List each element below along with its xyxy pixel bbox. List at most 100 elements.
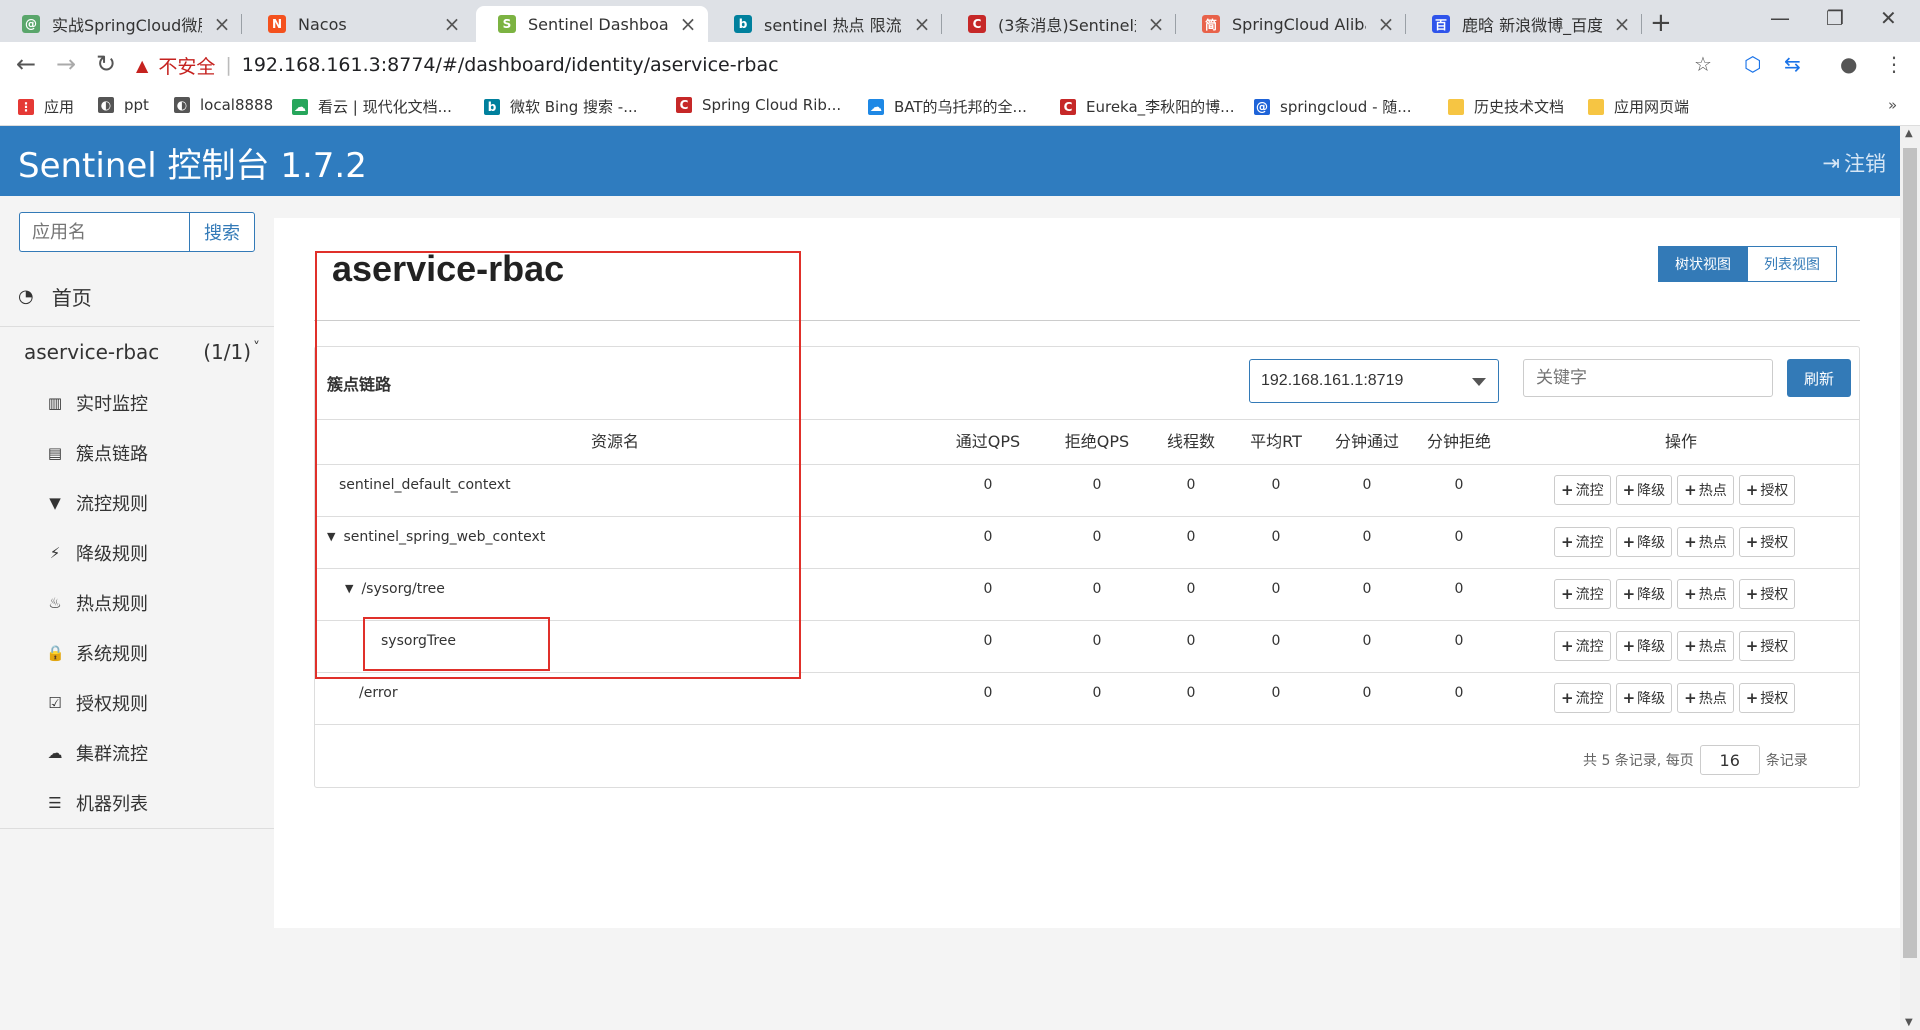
tab-close-icon[interactable]: × <box>1376 12 1396 36</box>
authority-rule-button[interactable]: + 授权 <box>1738 579 1796 609</box>
column-header: 通过QPS <box>955 432 1021 451</box>
plus-icon: + <box>1561 637 1574 655</box>
bookmark-item[interactable]: C Spring Cloud Rib... <box>676 96 841 114</box>
tab-close-icon[interactable]: × <box>212 12 232 36</box>
keyword-input[interactable] <box>1523 359 1773 397</box>
sidebar-menu-item[interactable]: ▤ 簇点链路 <box>46 440 148 466</box>
flow-rule-button[interactable]: + 流控 <box>1554 527 1611 557</box>
app-search-button[interactable]: 搜索 <box>189 212 255 252</box>
authority-rule-button[interactable]: + 授权 <box>1738 527 1796 557</box>
flow-rule-button[interactable]: + 流控 <box>1554 579 1611 609</box>
sidebar-menu-item[interactable]: ▥ 实时监控 <box>46 390 148 416</box>
scrollbar-thumb[interactable] <box>1903 148 1917 958</box>
logout-link[interactable]: ⇥ 注销 <box>1822 148 1886 178</box>
tab-close-icon[interactable]: × <box>912 12 932 36</box>
sidebar-menu-item[interactable]: ▼ 流控规则 <box>46 490 148 516</box>
expand-toggle-icon[interactable]: ▼ <box>345 569 353 609</box>
app-search-input[interactable] <box>19 212 189 252</box>
browser-tab[interactable]: S Sentinel Dashboard × <box>476 6 708 42</box>
tree-view-button[interactable]: 树状视图 <box>1658 246 1748 282</box>
address-bar[interactable]: ▲ 不安全 | 192.168.161.3:8774/#/dashboard/i… <box>136 48 1776 82</box>
sidebar-app-entry[interactable]: aservice-rbac (1/1) ˅ <box>24 340 260 364</box>
authority-rule-button[interactable]: + 授权 <box>1738 683 1796 713</box>
tab-close-icon[interactable]: × <box>1612 12 1632 36</box>
list-view-button[interactable]: 列表视图 <box>1748 246 1837 282</box>
hotspot-rule-button[interactable]: + 热点 <box>1677 475 1734 505</box>
scroll-up-icon[interactable]: ▲ <box>1905 128 1913 139</box>
app-name: aservice-rbac <box>24 340 160 364</box>
sidebar-menu-item[interactable]: ♨ 热点规则 <box>46 590 148 616</box>
column-header: 操作 <box>1664 432 1697 451</box>
hotspot-rule-button[interactable]: + 热点 <box>1677 579 1734 609</box>
sidebar-menu-item[interactable]: ☑ 授权规则 <box>46 690 148 716</box>
sidebar-menu-item[interactable]: ⚡ 降级规则 <box>46 540 148 566</box>
bookmark-item[interactable]: @ springcloud - 随... <box>1254 96 1412 117</box>
flow-rule-button[interactable]: + 流控 <box>1554 631 1611 661</box>
bookmark-item[interactable]: ◐ local8888 <box>174 96 273 114</box>
minimize-icon[interactable]: — <box>1770 6 1790 30</box>
table-row: sentinel_default_context 0 0 0 0 0 0 + 流控 + 降级 + 热点 +… <box>315 465 1859 517</box>
browser-tab[interactable]: b sentinel 热点 限流 - 冟 × <box>712 6 942 42</box>
authority-rule-button[interactable]: + 授权 <box>1738 475 1796 505</box>
flow-rule-button[interactable]: + 流控 <box>1554 475 1611 505</box>
bookmark-item[interactable]: 应用网页端 <box>1588 96 1689 117</box>
hotspot-rule-button[interactable]: + 热点 <box>1677 527 1734 557</box>
lock-icon: 🔒 <box>46 644 65 662</box>
page-size-input[interactable]: 16 <box>1699 745 1760 775</box>
app-brand[interactable]: Sentinel 控制台 1.7.2 <box>18 138 367 187</box>
bookmark-item[interactable]: ◐ ppt <box>98 96 149 114</box>
browser-tab[interactable]: N Nacos × <box>246 6 472 42</box>
bookmark-item[interactable]: ☁ BAT的乌托邦的全... <box>868 96 1027 117</box>
url-text[interactable]: 192.168.161.3:8774/#/dashboard/identity/… <box>242 54 779 76</box>
degrade-rule-button[interactable]: + 降级 <box>1615 683 1673 713</box>
bookmark-item[interactable]: ☁ 看云 | 现代化文档... <box>292 96 452 117</box>
sidebar-menu-item[interactable]: ☰ 机器列表 <box>46 790 148 816</box>
tab-label: 实战SpringCloud微服 <box>52 16 202 35</box>
sidebar-menu-item[interactable]: 🔒 系统规则 <box>46 640 148 666</box>
profile-avatar-icon[interactable]: ● <box>1840 52 1857 76</box>
hotspot-rule-button[interactable]: + 热点 <box>1677 631 1734 661</box>
machine-select[interactable]: 192.168.161.1:8719 <box>1249 359 1499 403</box>
plus-icon: + <box>1684 481 1697 499</box>
forward-icon[interactable]: → <box>56 50 76 78</box>
extension-cube-icon[interactable]: ⬡ <box>1744 52 1761 76</box>
sidebar-item-home[interactable]: ◔ 首页 <box>18 282 92 311</box>
bookmark-star-icon[interactable]: ☆ <box>1694 52 1712 76</box>
page-scrollbar[interactable]: ▲ ▼ <box>1900 126 1920 1030</box>
translate-icon[interactable]: ⇆ <box>1784 52 1801 76</box>
degrade-rule-button[interactable]: + 降级 <box>1615 631 1673 661</box>
resource-name: sentinel_spring_web_context <box>343 529 546 545</box>
bookmark-item[interactable]: 历史技术文档 <box>1448 96 1564 117</box>
bookmark-item[interactable]: C Eureka_李秋阳的博... <box>1060 96 1234 117</box>
reload-icon[interactable]: ↻ <box>96 50 116 78</box>
more-bookmarks-icon[interactable]: » <box>1888 96 1897 114</box>
degrade-rule-button[interactable]: + 降级 <box>1615 527 1673 557</box>
browser-tab[interactable]: @ 实战SpringCloud微服 × <box>0 6 242 42</box>
menu-kebab-icon[interactable]: ⋮ <box>1884 52 1904 76</box>
tab-close-icon[interactable]: × <box>678 12 698 36</box>
browser-tab[interactable]: 简 SpringCloud Alibaba × <box>1180 6 1406 42</box>
tab-close-icon[interactable]: × <box>442 12 462 36</box>
sidebar-menu-item[interactable]: ☁ 集群流控 <box>46 740 149 766</box>
new-tab-icon[interactable]: + <box>1650 8 1672 38</box>
hotspot-rule-button[interactable]: + 热点 <box>1677 683 1734 713</box>
bookmark-item[interactable]: b 微软 Bing 搜索 -... <box>484 96 638 117</box>
restore-icon[interactable]: ❐ <box>1826 6 1844 30</box>
refresh-button[interactable]: 刷新 <box>1787 359 1851 397</box>
expand-toggle-icon[interactable]: ▼ <box>327 517 335 557</box>
plus-icon: + <box>1561 585 1574 603</box>
browser-tab[interactable]: 百鹿晗 新浪微博_百度搜 × <box>1410 6 1642 42</box>
authority-rule-button[interactable]: + 授权 <box>1738 631 1796 661</box>
tab-close-icon[interactable]: × <box>1146 12 1166 36</box>
browser-tab[interactable]: C (3条消息)Sentinel规则 × <box>946 6 1176 42</box>
flow-rule-button[interactable]: + 流控 <box>1554 683 1611 713</box>
degrade-rule-button[interactable]: + 降级 <box>1615 579 1673 609</box>
degrade-rule-button[interactable]: + 降级 <box>1615 475 1673 505</box>
bookmark-item[interactable]: ⋮ 应用 <box>18 96 74 117</box>
bookmark-favicon-icon: b <box>484 98 500 115</box>
close-window-icon[interactable]: ✕ <box>1880 6 1897 30</box>
action-label: 热点 <box>1698 639 1727 655</box>
back-icon[interactable]: ← <box>16 50 36 78</box>
metric-cell: 0 <box>1186 581 1196 597</box>
scroll-down-icon[interactable]: ▼ <box>1905 1017 1913 1028</box>
